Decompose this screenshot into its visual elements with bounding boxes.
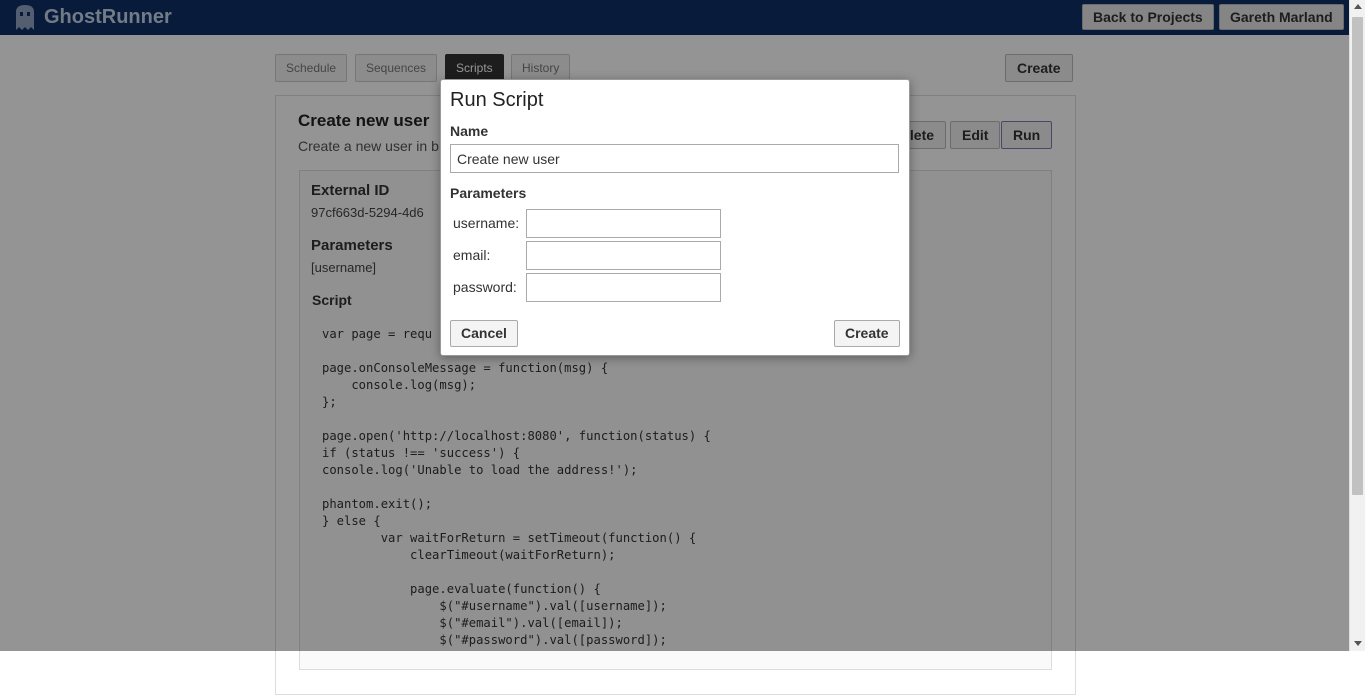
dialog-title: Run Script bbox=[450, 89, 544, 111]
dialog-parameters-label: Parameters bbox=[450, 185, 527, 201]
create-button[interactable]: Create bbox=[834, 320, 900, 347]
name-input[interactable] bbox=[450, 144, 899, 173]
scroll-down-icon[interactable] bbox=[1354, 641, 1362, 646]
password-label: password: bbox=[453, 279, 517, 295]
email-input[interactable] bbox=[526, 241, 721, 270]
run-script-dialog: Run Script Name Parameters username: ema… bbox=[440, 79, 910, 356]
username-input[interactable] bbox=[526, 209, 721, 238]
scroll-up-icon[interactable] bbox=[1354, 4, 1362, 9]
password-input[interactable] bbox=[526, 273, 721, 302]
page-scrollbar[interactable] bbox=[1349, 0, 1365, 651]
email-label: email: bbox=[453, 247, 491, 263]
scrollbar-thumb[interactable] bbox=[1352, 17, 1363, 495]
username-label: username: bbox=[453, 215, 520, 231]
name-label: Name bbox=[450, 123, 489, 139]
cancel-button[interactable]: Cancel bbox=[450, 320, 518, 347]
